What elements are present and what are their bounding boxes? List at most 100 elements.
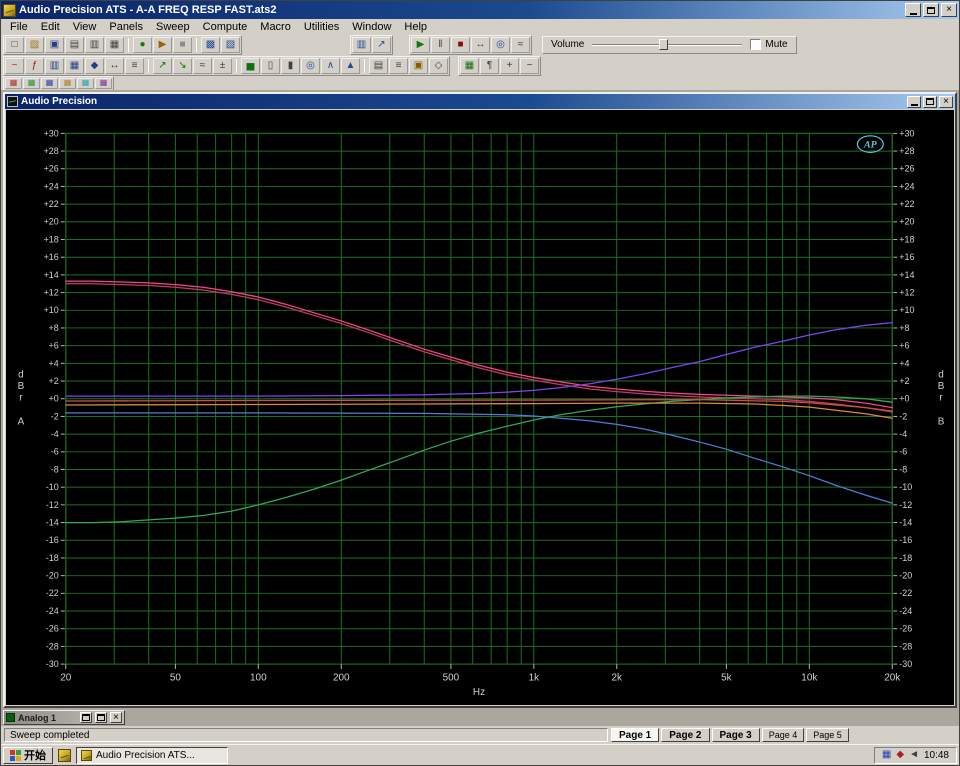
regulation-button[interactable]: ± bbox=[213, 58, 232, 74]
page-tab-4[interactable]: Page 4 bbox=[762, 728, 805, 742]
save-test-button[interactable]: ▣ bbox=[45, 37, 64, 53]
page-tab-2[interactable]: Page 2 bbox=[661, 728, 709, 742]
sweep-repeat-button[interactable]: ↔ bbox=[471, 37, 490, 53]
menu-panels[interactable]: Panels bbox=[103, 20, 150, 34]
settling-view-button[interactable]: ≈ bbox=[511, 37, 530, 53]
computer-io-button[interactable]: ◇ bbox=[429, 58, 448, 74]
svg-text:-20: -20 bbox=[46, 571, 59, 581]
toolbar-instrument-group: ~ƒ▥▦◆↔≡↗↘≈±▅▯▮◎∧▲▤≡▣◇ bbox=[3, 56, 450, 76]
attached-files-button[interactable]: ▣ bbox=[409, 58, 428, 74]
zoom-out-button[interactable]: − bbox=[520, 58, 539, 74]
export-graph-button[interactable]: ▥ bbox=[85, 37, 104, 53]
multi-meter-icon: ▮ bbox=[288, 61, 294, 71]
bar-graph-icon: ▅ bbox=[247, 61, 255, 71]
sweep-start-button[interactable]: ▶ bbox=[411, 37, 430, 53]
start-button[interactable]: 开始 bbox=[3, 747, 53, 764]
digital-analyzer-button[interactable]: ▦ bbox=[65, 58, 84, 74]
menu-help[interactable]: Help bbox=[398, 20, 434, 34]
volume-slider-thumb[interactable] bbox=[659, 39, 668, 50]
status-display-5-button[interactable]: ▦ bbox=[77, 78, 94, 89]
input-method-icon[interactable]: ▦ bbox=[882, 750, 891, 760]
menu-sweep[interactable]: Sweep bbox=[150, 20, 197, 34]
multi-meter-button[interactable]: ▮ bbox=[281, 58, 300, 74]
run-macro-button[interactable]: ▶ bbox=[153, 37, 172, 53]
sweep-panel-button[interactable]: ↗ bbox=[372, 37, 391, 53]
sweep-stop-button[interactable]: ■ bbox=[451, 37, 470, 53]
quick-launch-app-icon[interactable] bbox=[56, 747, 73, 764]
close-button[interactable]: × bbox=[941, 3, 957, 17]
analog-window-minimized[interactable]: Analog 1 × bbox=[3, 710, 125, 725]
menu-file[interactable]: File bbox=[4, 20, 35, 34]
sweep-pause-button[interactable]: ‖ bbox=[431, 37, 450, 53]
menu-view[interactable]: View bbox=[67, 20, 104, 34]
meter-button[interactable]: ▯ bbox=[261, 58, 280, 74]
mute-checkbox[interactable] bbox=[750, 39, 761, 50]
menu-utilities[interactable]: Utilities bbox=[298, 20, 346, 34]
status-display-6-button[interactable]: ▦ bbox=[95, 78, 112, 89]
external-sweep-button[interactable]: ↘ bbox=[173, 58, 192, 74]
graph-restore-button[interactable] bbox=[923, 96, 937, 108]
save-test-icon: ▣ bbox=[50, 40, 59, 50]
analog-restore-button[interactable] bbox=[80, 712, 92, 723]
graph-icon: ▦ bbox=[465, 61, 474, 71]
zoom-in-button[interactable]: + bbox=[500, 58, 519, 74]
analog-generator-button[interactable]: ~ bbox=[5, 58, 24, 74]
data-grid-button[interactable]: ▤ bbox=[369, 58, 388, 74]
svg-text:A: A bbox=[18, 416, 25, 427]
comment-button[interactable]: ¶ bbox=[480, 58, 499, 74]
svg-text:-2: -2 bbox=[51, 411, 59, 421]
menu-macro[interactable]: Macro bbox=[254, 20, 298, 34]
settling-button[interactable]: ≈ bbox=[193, 58, 212, 74]
audio-analyzer-button[interactable]: ◆ bbox=[85, 58, 104, 74]
status-bits-button[interactable]: ≡ bbox=[125, 58, 144, 74]
new-test-button[interactable]: □ bbox=[5, 37, 24, 53]
taskbar-task-button[interactable]: Audio Precision ATS... bbox=[76, 747, 228, 764]
bar-graph-panel-button[interactable]: ▥ bbox=[352, 37, 371, 53]
macro-editor-icon: ≡ bbox=[396, 61, 402, 71]
system-tray-app-icon[interactable]: ◆ bbox=[896, 750, 904, 760]
panel-setup-button[interactable]: ▩ bbox=[201, 37, 220, 53]
spectrum-button[interactable]: ▲ bbox=[341, 58, 360, 74]
svg-text:100: 100 bbox=[250, 673, 267, 684]
svg-text:+16: +16 bbox=[44, 252, 59, 262]
graph-close-button[interactable]: × bbox=[939, 96, 953, 108]
graph-button[interactable]: ▦ bbox=[460, 58, 479, 74]
copy-panel-button[interactable]: ▦ bbox=[105, 37, 124, 53]
data-editor-button[interactable]: ▧ bbox=[221, 37, 240, 53]
svg-text:-6: -6 bbox=[51, 447, 59, 457]
menu-edit[interactable]: Edit bbox=[35, 20, 67, 34]
analog-close-button[interactable]: × bbox=[110, 712, 122, 723]
bar-graph-button[interactable]: ▅ bbox=[241, 58, 260, 74]
macro-editor-button[interactable]: ≡ bbox=[389, 58, 408, 74]
menu-compute[interactable]: Compute bbox=[197, 20, 255, 34]
scope-button[interactable]: ◎ bbox=[301, 58, 320, 74]
svg-text:-12: -12 bbox=[46, 500, 59, 510]
print-button[interactable]: ▤ bbox=[65, 37, 84, 53]
status-display-3-button[interactable]: ▦ bbox=[41, 78, 58, 89]
svg-text:-2: -2 bbox=[899, 411, 907, 421]
menu-window[interactable]: Window bbox=[346, 20, 398, 34]
graph-minimize-button[interactable] bbox=[907, 96, 921, 108]
minimize-button[interactable] bbox=[905, 3, 921, 17]
sweep-config-button[interactable]: ↗ bbox=[153, 58, 172, 74]
page-tab-3[interactable]: Page 3 bbox=[712, 728, 760, 742]
svg-text:+26: +26 bbox=[44, 164, 59, 174]
learn-macro-button[interactable]: ● bbox=[133, 37, 152, 53]
digital-io-button[interactable]: ↔ bbox=[105, 58, 124, 74]
maximize-button[interactable] bbox=[923, 3, 939, 17]
status-display-4-button[interactable]: ▦ bbox=[59, 78, 76, 89]
open-test-button[interactable]: ▨ bbox=[25, 37, 44, 53]
page-tab-5[interactable]: Page 5 bbox=[806, 728, 849, 742]
status-display-2-button[interactable]: ▦ bbox=[23, 78, 40, 89]
monitor-button[interactable]: ◎ bbox=[491, 37, 510, 53]
page-tab-1[interactable]: Page 1 bbox=[611, 728, 659, 742]
volume-speaker-icon[interactable]: ◄ bbox=[909, 750, 919, 760]
status-display-1-button[interactable]: ▦ bbox=[5, 78, 22, 89]
digital-generator-button[interactable]: ƒ bbox=[25, 58, 44, 74]
analog-analyzer-button[interactable]: ▥ bbox=[45, 58, 64, 74]
stop-macro-button[interactable]: ■ bbox=[173, 37, 192, 53]
volume-slider[interactable] bbox=[592, 38, 742, 51]
analog-maximize-button[interactable] bbox=[95, 712, 107, 723]
fft-button[interactable]: ∧ bbox=[321, 58, 340, 74]
status-display-4-icon: ▦ bbox=[64, 79, 72, 87]
